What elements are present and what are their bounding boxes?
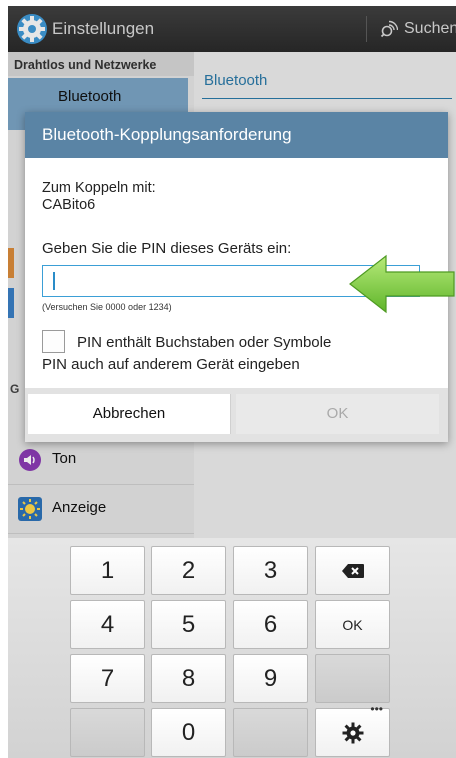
backspace-icon [341, 564, 364, 578]
keypad-ok-key[interactable]: OK [315, 600, 390, 649]
action-bar: Einstellungen Suchen [8, 6, 456, 52]
key-5[interactable]: 5 [151, 600, 226, 649]
device-name: CABito6 [42, 197, 96, 213]
backspace-key[interactable] [315, 546, 390, 595]
pin-hint: (Versuchen Sie 0000 oder 1234) [42, 302, 172, 312]
other-device-note: PIN auch auf anderem Gerät eingeben [42, 356, 300, 373]
text-caret [53, 272, 55, 290]
key-9[interactable]: 9 [233, 654, 308, 703]
app-title: Einstellungen [52, 19, 155, 38]
key-6[interactable]: 6 [233, 600, 308, 649]
action-bar-divider [366, 16, 367, 42]
key-2[interactable]: 2 [151, 546, 226, 595]
gear-icon [342, 722, 363, 744]
key-8[interactable]: 8 [151, 654, 226, 703]
search-icon [380, 20, 398, 38]
blank-key [70, 708, 145, 757]
more-dots-icon: ••• [370, 702, 383, 716]
blank-key [233, 708, 308, 757]
search-button[interactable]: Suchen [380, 18, 456, 40]
checkbox-label: PIN enthält Buchstaben oder Symbole [77, 334, 332, 351]
dialog-button-row: Abbrechen OK [25, 388, 448, 442]
alphanumeric-pin-checkbox[interactable] [42, 330, 65, 353]
pair-with-label: Zum Koppeln mit: [42, 180, 156, 196]
blank-key [315, 654, 390, 703]
key-4[interactable]: 4 [70, 600, 145, 649]
search-label: Suchen [404, 20, 456, 37]
key-7[interactable]: 7 [70, 654, 145, 703]
dialog-titlebar: Bluetooth-Kopplungsanforderung [25, 112, 448, 158]
dialog-title: Bluetooth-Kopplungsanforderung [42, 125, 292, 144]
key-0[interactable]: 0 [151, 708, 226, 757]
settings-gear-icon[interactable] [16, 13, 48, 45]
settings-screen: Einstellungen Suchen Drahtlos und Netzwe… [8, 6, 456, 758]
cancel-button[interactable]: Abbrechen [28, 394, 231, 434]
key-1[interactable]: 1 [70, 546, 145, 595]
ok-button[interactable]: OK [236, 394, 439, 434]
key-3[interactable]: 3 [233, 546, 308, 595]
pin-prompt: Geben Sie die PIN dieses Geräts ein: [42, 240, 292, 257]
pointer-arrow-icon [349, 254, 455, 314]
numeric-keypad: 1 2 3 4 5 6 OK 7 8 9 0 ••• [8, 538, 456, 758]
keypad-settings-key[interactable]: ••• [315, 703, 390, 757]
